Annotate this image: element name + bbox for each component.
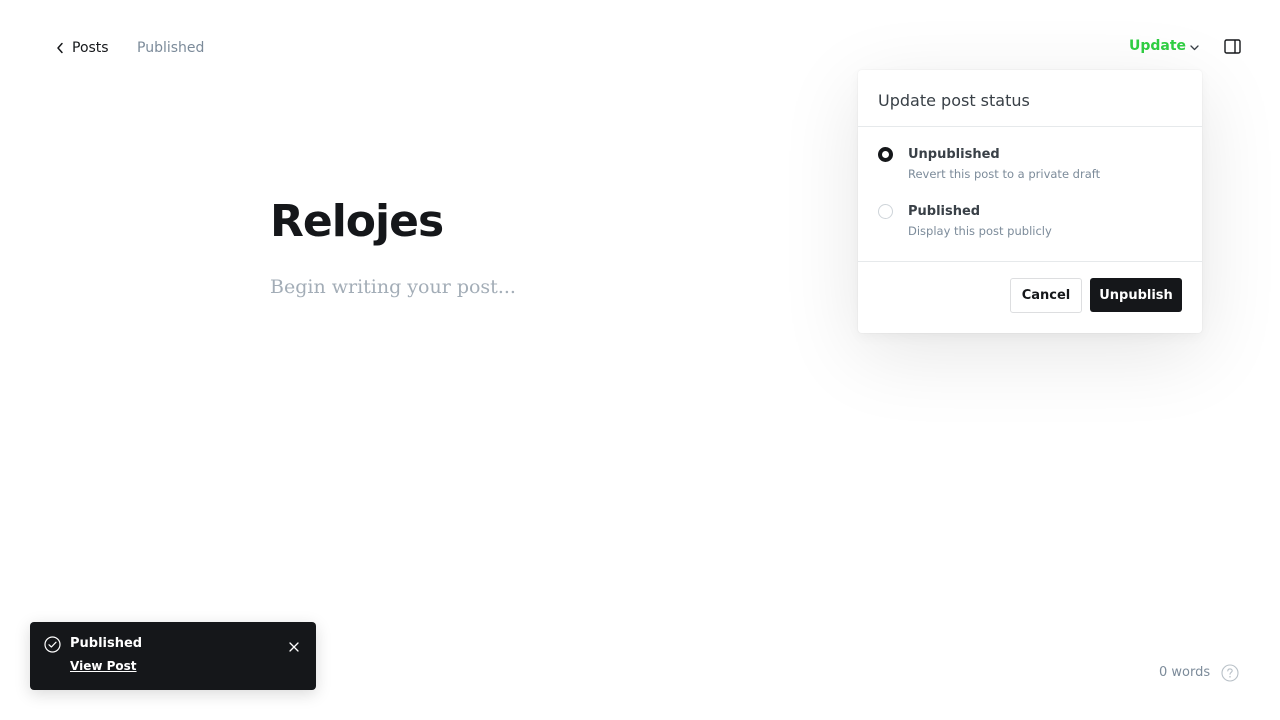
- chevron-down-icon: [1189, 43, 1199, 53]
- published-toast: Published View Post: [30, 622, 316, 690]
- radio-published[interactable]: [878, 204, 893, 219]
- check-circle-icon: [44, 636, 61, 653]
- chevron-left-icon: [54, 38, 66, 58]
- post-title[interactable]: Relojes: [270, 196, 444, 247]
- status-option-published[interactable]: Published Display this post publicly: [878, 203, 1052, 239]
- toast-title: Published: [70, 636, 143, 651]
- cancel-button[interactable]: Cancel: [1010, 278, 1082, 313]
- post-status-label: Published: [137, 40, 205, 56]
- option-description: Revert this post to a private draft: [908, 167, 1101, 181]
- radio-unpublished[interactable]: [878, 147, 893, 162]
- update-button-label: Update: [1129, 38, 1187, 54]
- post-body-placeholder[interactable]: Begin writing your post...: [270, 276, 516, 298]
- unpublish-button[interactable]: Unpublish: [1090, 278, 1182, 312]
- update-button[interactable]: Update: [1129, 38, 1199, 54]
- popover-title: Update post status: [858, 70, 1202, 127]
- word-count: 0 words: [1159, 665, 1211, 680]
- post-status-popover: Update post status Unpublished Revert th…: [858, 70, 1202, 333]
- option-label: Unpublished: [908, 147, 1000, 162]
- question-circle-icon[interactable]: [1221, 664, 1239, 682]
- option-description: Display this post publicly: [908, 224, 1052, 238]
- status-option-unpublished[interactable]: Unpublished Revert this post to a privat…: [878, 146, 1100, 182]
- option-label: Published: [908, 204, 981, 219]
- divider: [858, 261, 1202, 262]
- back-link-label: Posts: [72, 40, 109, 56]
- close-icon[interactable]: [288, 638, 300, 652]
- sidebar-panel-icon[interactable]: [1224, 39, 1244, 57]
- view-post-link[interactable]: View Post: [70, 659, 137, 673]
- back-to-posts-link[interactable]: Posts: [54, 38, 109, 58]
